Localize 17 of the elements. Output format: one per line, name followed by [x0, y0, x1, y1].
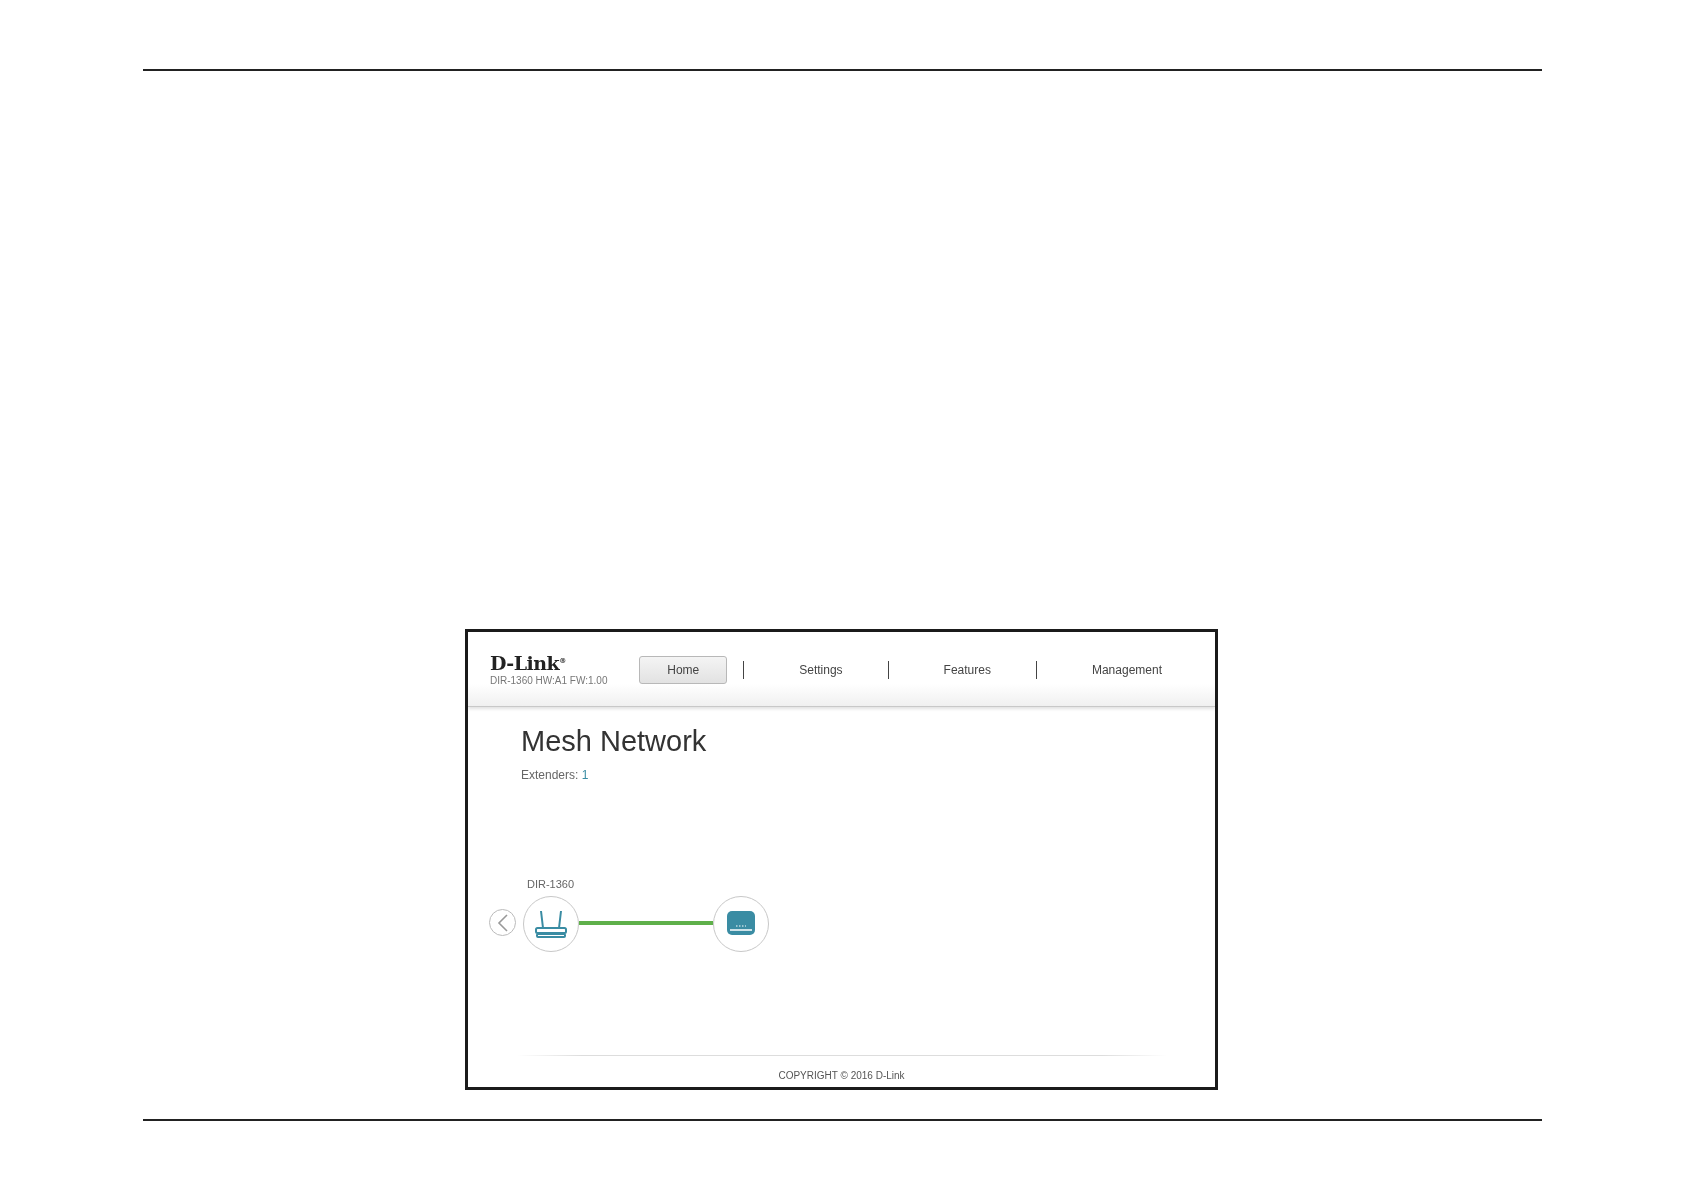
- router-node[interactable]: [523, 896, 579, 952]
- nav-tab[interactable]: Management: [1062, 656, 1191, 684]
- nav-tab[interactable]: Home: [639, 656, 728, 684]
- page-title: Mesh Network: [521, 725, 708, 758]
- chevron-left-icon: [496, 913, 509, 932]
- extenders-label: Extenders:: [521, 768, 579, 782]
- extenders-count: 1: [581, 768, 589, 782]
- extender-icon: [726, 910, 756, 938]
- back-button[interactable]: [489, 909, 516, 936]
- nav-tab[interactable]: Settings: [770, 656, 872, 684]
- model-info: DIR-1360 HW:A1 FW:1.00: [490, 675, 608, 686]
- extender-node[interactable]: [713, 896, 769, 952]
- router-label: DIR-1360: [526, 878, 576, 890]
- copyright-text: COPYRIGHT © 2016 D-Link: [778, 1070, 905, 1081]
- router-icon: [534, 909, 568, 939]
- nav-tab[interactable]: Features: [914, 656, 1020, 684]
- logo: D-Link$^{®}$: [490, 652, 567, 674]
